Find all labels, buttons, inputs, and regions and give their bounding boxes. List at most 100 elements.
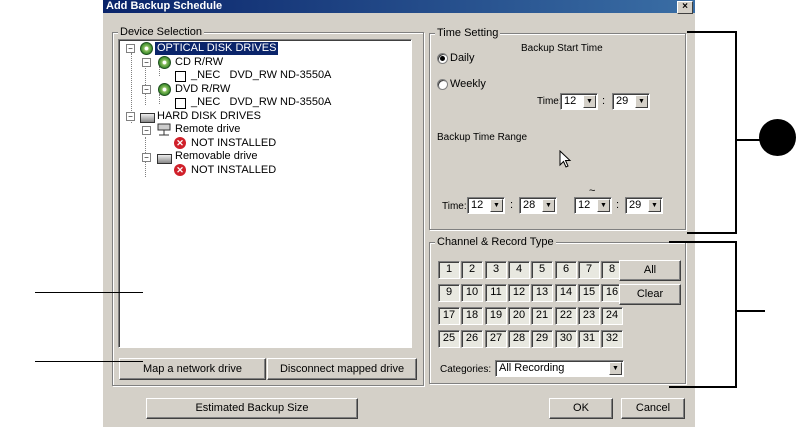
collapse-icon[interactable]: − [142, 126, 151, 135]
channel-cell[interactable]: 30 [555, 330, 577, 348]
weekly-label: Weekly [450, 78, 486, 90]
channel-cell[interactable]: 21 [531, 307, 553, 325]
channel-cell[interactable]: 7 [578, 261, 600, 279]
collapse-icon[interactable]: − [142, 58, 151, 67]
channel-cell[interactable]: 11 [485, 284, 507, 302]
colon-separator: : [602, 95, 606, 107]
channel-cell[interactable]: 27 [485, 330, 507, 348]
channel-cell[interactable]: 19 [485, 307, 507, 325]
device-checkbox[interactable] [175, 71, 186, 82]
channel-cell[interactable]: 1 [438, 261, 460, 279]
collapse-icon[interactable]: − [126, 112, 135, 121]
disc-icon [158, 56, 171, 69]
callout-line-tree [35, 292, 143, 293]
backup-start-time-label: Backup Start Time [521, 43, 603, 54]
dropdown-arrow-icon[interactable]: ▼ [635, 95, 648, 108]
callout-marker-circle [759, 119, 796, 156]
start-minute-select[interactable]: 29 ▼ [612, 93, 650, 110]
hdd-icon [157, 154, 172, 164]
channel-cell[interactable]: 17 [438, 307, 460, 325]
channel-cell[interactable]: 12 [508, 284, 530, 302]
channel-cell[interactable]: 20 [508, 307, 530, 325]
channel-cell[interactable]: 10 [461, 284, 483, 302]
tree-item-hard-disk[interactable]: HARD DISK DRIVES [157, 110, 261, 123]
tree-item-cd-device[interactable]: _NEC DVD_RW ND-3550A [191, 69, 331, 82]
device-checkbox[interactable] [175, 98, 186, 109]
channel-cell[interactable]: 22 [555, 307, 577, 325]
callout-bracket-channel [669, 241, 737, 388]
range-to-hour-value: 12 [578, 199, 591, 211]
channel-cell[interactable]: 15 [578, 284, 600, 302]
channel-cell[interactable]: 28 [508, 330, 530, 348]
channel-cell[interactable]: 32 [601, 330, 623, 348]
dropdown-arrow-icon[interactable]: ▼ [583, 95, 596, 108]
categories-label: Categories: [440, 364, 492, 375]
tree-item-remote[interactable]: Remote drive [175, 123, 240, 136]
disc-icon [140, 42, 153, 55]
collapse-icon[interactable]: − [126, 44, 135, 53]
range-to-minute-select[interactable]: 29 ▼ [625, 197, 663, 214]
channel-cell[interactable]: 26 [461, 330, 483, 348]
range-to-hour-select[interactable]: 12 ▼ [574, 197, 612, 214]
categories-value: All Recording [499, 362, 565, 374]
channel-record-legend: Channel & Record Type [435, 236, 556, 248]
disconnect-mapped-drive-button[interactable]: Disconnect mapped drive [267, 358, 417, 380]
collapse-icon[interactable]: − [142, 153, 151, 162]
hdd-icon [140, 113, 155, 123]
dropdown-arrow-icon[interactable]: ▼ [609, 362, 622, 375]
close-button[interactable]: × [677, 1, 693, 14]
range-to-minute-value: 29 [629, 199, 642, 211]
channel-cell[interactable]: 13 [531, 284, 553, 302]
collapse-icon[interactable]: − [142, 85, 151, 94]
tree-item-removable-status: NOT INSTALLED [191, 164, 277, 176]
channel-cell[interactable]: 25 [438, 330, 460, 348]
tree-item-dvd[interactable]: DVD R/RW [175, 83, 230, 96]
channel-cell[interactable]: 5 [531, 261, 553, 279]
colon-separator: : [616, 199, 620, 211]
channel-cell[interactable]: 6 [555, 261, 577, 279]
range-from-hour-select[interactable]: 12 ▼ [467, 197, 505, 214]
dropdown-arrow-icon[interactable]: ▼ [597, 199, 610, 212]
channel-cell[interactable]: 9 [438, 284, 460, 302]
callout-line-buttons [35, 361, 143, 362]
window-title: Add Backup Schedule [106, 0, 223, 12]
tree-item-optical[interactable]: OPTICAL DISK DRIVES [155, 42, 279, 55]
channel-cell[interactable]: 4 [508, 261, 530, 279]
channel-cell[interactable]: 23 [578, 307, 600, 325]
weekly-radio[interactable] [437, 79, 448, 90]
channel-cell[interactable]: 14 [555, 284, 577, 302]
channel-cell[interactable]: 3 [485, 261, 507, 279]
cancel-button[interactable]: Cancel [621, 398, 685, 419]
start-minute-value: 29 [616, 95, 629, 107]
channel-cell[interactable]: 18 [461, 307, 483, 325]
range-from-minute-value: 28 [523, 199, 536, 211]
device-selection-legend: Device Selection [118, 26, 204, 38]
channel-cell[interactable]: 29 [531, 330, 553, 348]
disc-icon [158, 83, 171, 96]
mouse-cursor-icon [559, 150, 572, 168]
tree-item-remote-status: NOT INSTALLED [191, 137, 277, 149]
range-tilde: ~ [589, 185, 596, 197]
range-from-minute-select[interactable]: 28 ▼ [519, 197, 557, 214]
dropdown-arrow-icon[interactable]: ▼ [648, 199, 661, 212]
channel-cell[interactable]: 31 [578, 330, 600, 348]
tree-item-cd[interactable]: CD R/RW [175, 56, 223, 69]
estimated-backup-size-button[interactable]: Estimated Backup Size [146, 398, 358, 419]
channel-cell[interactable]: 2 [461, 261, 483, 279]
daily-radio[interactable] [437, 53, 448, 64]
tree-item-removable[interactable]: Removable drive [175, 150, 258, 163]
callout-bracket-time [687, 31, 737, 234]
dropdown-arrow-icon[interactable]: ▼ [542, 199, 555, 212]
callout-connector-time [735, 139, 760, 141]
ok-button[interactable]: OK [549, 398, 613, 419]
categories-select[interactable]: All Recording ▼ [495, 360, 624, 377]
backup-time-range-label: Backup Time Range [437, 132, 528, 143]
daily-label: Daily [450, 52, 475, 64]
dropdown-arrow-icon[interactable]: ▼ [490, 199, 503, 212]
error-icon: ✕ [174, 137, 186, 149]
channel-cell[interactable]: 24 [601, 307, 623, 325]
tree-item-dvd-device[interactable]: _NEC DVD_RW ND-3550A [191, 96, 331, 109]
start-time-label: Time: [537, 96, 562, 107]
start-hour-select[interactable]: 12 ▼ [560, 93, 598, 110]
network-drive-icon [157, 123, 171, 136]
